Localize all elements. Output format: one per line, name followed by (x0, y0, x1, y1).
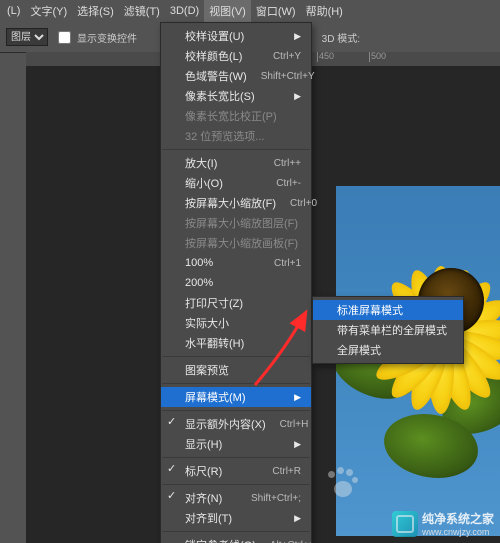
menu-item: 按屏幕大小缩放图层(F) (161, 213, 311, 233)
watermark: 纯净系统之家 www.cnwjzy.com (392, 510, 494, 537)
menu-item-label: 标尺(R) (185, 463, 258, 479)
menubar-item[interactable]: 滤镜(T) (119, 0, 165, 22)
menubar-item[interactable]: 3D(D) (165, 2, 204, 20)
menu-item: 按屏幕大小缩放画板(F) (161, 233, 311, 253)
menu-item-label: 锁定参考线(G) (185, 537, 256, 543)
menu-item[interactable]: 对齐到(T) ▶ (161, 508, 311, 528)
menubar-item[interactable]: 窗口(W) (251, 0, 301, 22)
ruler-tick: 450 (317, 52, 369, 62)
submenu-arrow-icon: ▶ (294, 513, 301, 524)
menubar-item[interactable]: 文字(Y) (25, 0, 72, 22)
menu-item[interactable]: 显示(H) ▶ (161, 434, 311, 454)
menu-item-label: 按屏幕大小缩放画板(F) (185, 235, 301, 251)
menu-item-shortcut: Ctrl+Y (273, 51, 301, 62)
menu-item-shortcut: Ctrl+H (280, 419, 309, 430)
menubar-item[interactable]: 帮助(H) (301, 0, 348, 22)
watermark-url: www.cnwjzy.com (422, 527, 494, 537)
menu-item-shortcut: Shift+Ctrl+; (251, 493, 301, 504)
menu-item[interactable]: 100% Ctrl+1 (161, 253, 311, 273)
menu-item[interactable]: 色域警告(W)Shift+Ctrl+Y (161, 66, 311, 86)
menu-item[interactable]: 校样设置(U) ▶ (161, 26, 311, 46)
menu-item-label: 校样设置(U) (185, 28, 284, 44)
menu-item[interactable]: 屏幕模式(M) ▶ (161, 387, 311, 407)
show-transform-controls-label: 显示变换控件 (77, 30, 137, 45)
menu-item[interactable]: 打印尺寸(Z) (161, 293, 311, 313)
3d-mode-label: 3D 模式: (322, 30, 360, 45)
menu-item-shortcut: Ctrl+1 (274, 258, 301, 269)
watermark-title: 纯净系统之家 (422, 510, 494, 527)
check-icon: ✓ (167, 415, 176, 428)
menu-item[interactable]: 图案预览 (161, 360, 311, 380)
menu-item[interactable]: 水平翻转(H) (161, 333, 311, 353)
submenu-item[interactable]: 带有菜单栏的全屏模式 (313, 320, 463, 340)
menu-item[interactable]: 放大(I) Ctrl++ (161, 153, 311, 173)
menu-item-label: 水平翻转(H) (185, 335, 301, 351)
menu-item: 像素长宽比校正(P) (161, 106, 311, 126)
menu-item-label: 100% (185, 257, 260, 269)
menu-item-shortcut: Alt+Ctrl+; (270, 540, 312, 543)
menu-item[interactable]: ✓ 标尺(R) Ctrl+R (161, 461, 311, 481)
submenu-item[interactable]: 全屏模式 (313, 340, 463, 360)
menu-item-label: 像素长宽比(S) (185, 88, 284, 104)
menubar-item[interactable]: (L) (2, 2, 25, 20)
submenu-arrow-icon: ▶ (294, 439, 301, 450)
menu-item-label: 图案预览 (185, 362, 301, 378)
menu-item-label: 32 位预览选项... (185, 128, 301, 144)
menu-item-label: 缩小(O) (185, 175, 262, 191)
menu-item[interactable]: 200% (161, 273, 311, 293)
submenu-item-label: 标准屏幕模式 (337, 302, 453, 318)
menu-item-label: 屏幕模式(M) (185, 389, 284, 405)
menu-item[interactable]: 锁定参考线(G) Alt+Ctrl+; (161, 535, 311, 543)
submenu-arrow-icon: ▶ (294, 31, 301, 42)
menu-item-label: 色域警告(W) (185, 68, 247, 84)
screen-mode-submenu: 标准屏幕模式带有菜单栏的全屏模式全屏模式 (312, 296, 464, 364)
menu-item[interactable]: 缩小(O) Ctrl+- (161, 173, 311, 193)
submenu-arrow-icon: ▶ (294, 91, 301, 102)
menu-item-label: 对齐到(T) (185, 510, 284, 526)
menu-item-label: 按屏幕大小缩放(F) (185, 195, 276, 211)
show-transform-controls-checkbox[interactable] (58, 31, 71, 44)
menu-item[interactable]: 校样颜色(L) Ctrl+Y (161, 46, 311, 66)
menu-item[interactable]: ✓ 对齐(N) Shift+Ctrl+; (161, 488, 311, 508)
menu-item-label: 像素长宽比校正(P) (185, 108, 301, 124)
view-menu: 校样设置(U)▶校样颜色(L)Ctrl+Y色域警告(W)Shift+Ctrl+Y… (160, 22, 312, 543)
menu-item-label: 打印尺寸(Z) (185, 295, 301, 311)
check-icon: ✓ (167, 462, 176, 475)
submenu-item-label: 全屏模式 (337, 342, 453, 358)
check-icon: ✓ (167, 489, 176, 502)
menubar-item[interactable]: 视图(V) (204, 0, 251, 22)
menu-item[interactable]: 像素长宽比(S) ▶ (161, 86, 311, 106)
menu-item-label: 按屏幕大小缩放图层(F) (185, 215, 301, 231)
menu-item: 32 位预览选项... (161, 126, 311, 146)
menu-item-shortcut: Ctrl+0 (290, 198, 317, 209)
menu-item-label: 校样颜色(L) (185, 48, 259, 64)
menubar-item[interactable]: 选择(S) (72, 0, 119, 22)
pawprint-watermark (320, 463, 360, 503)
menu-item-label: 对齐(N) (185, 490, 237, 506)
menu-item[interactable]: 实际大小 (161, 313, 311, 333)
menu-item[interactable]: ✓ 显示额外内容(X) Ctrl+H (161, 414, 311, 434)
menu-item-shortcut: Ctrl+R (272, 466, 301, 477)
menu-item-label: 200% (185, 277, 301, 289)
menu-item-label: 放大(I) (185, 155, 260, 171)
menu-item-shortcut: Shift+Ctrl+Y (261, 71, 315, 82)
menu-item-label: 实际大小 (185, 315, 301, 331)
menu-item-label: 显示额外内容(X) (185, 416, 266, 432)
submenu-arrow-icon: ▶ (294, 392, 301, 403)
menu-item-shortcut: Ctrl++ (274, 158, 301, 169)
menu-item-label: 显示(H) (185, 436, 284, 452)
watermark-logo-icon (392, 511, 418, 537)
menu-item-shortcut: Ctrl+- (276, 178, 301, 189)
submenu-item-label: 带有菜单栏的全屏模式 (337, 322, 453, 338)
main-menubar: (L)文字(Y)选择(S)滤镜(T)3D(D)视图(V)窗口(W)帮助(H) (0, 0, 500, 23)
menu-item[interactable]: 按屏幕大小缩放(F)Ctrl+0 (161, 193, 311, 213)
tool-preset-select[interactable]: 图层 (6, 28, 48, 46)
submenu-item[interactable]: 标准屏幕模式 (313, 300, 463, 320)
ruler-tick: 500 (369, 52, 421, 62)
